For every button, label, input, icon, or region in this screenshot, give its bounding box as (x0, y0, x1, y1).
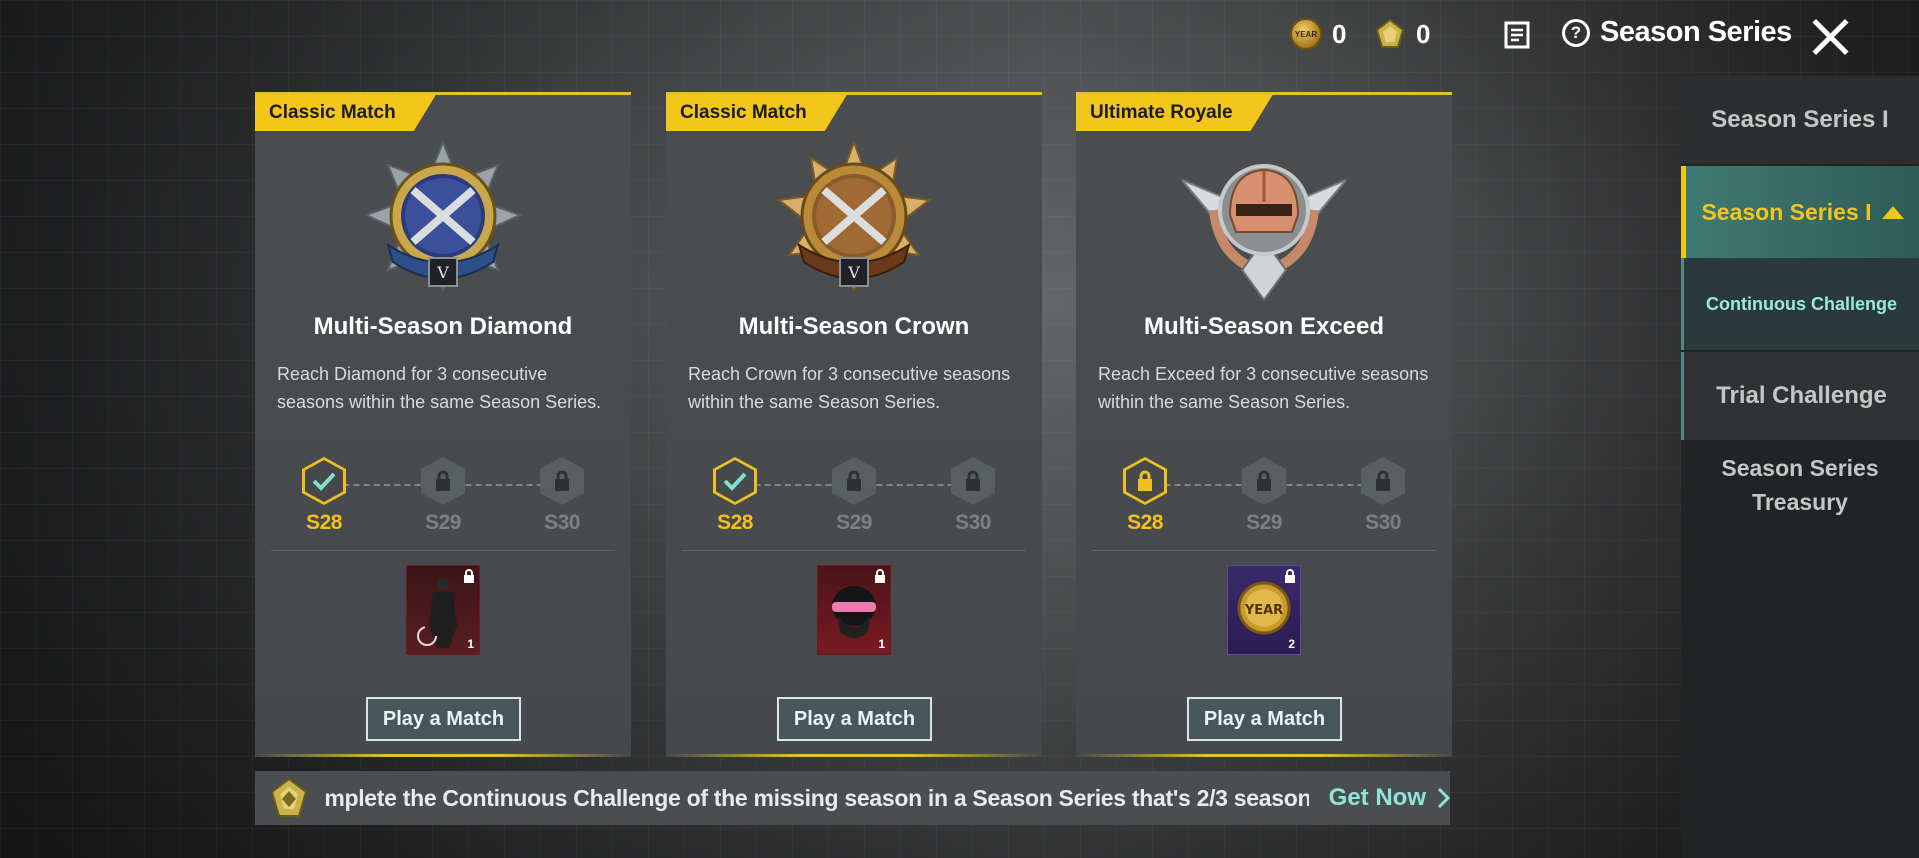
currency-gem-value: 0 (1416, 18, 1431, 49)
season-label: S29 (1246, 511, 1282, 534)
sidebar-item-label: Season Series Treasury (1721, 455, 1879, 515)
get-now-link[interactable]: Get Now (1329, 784, 1450, 812)
record-icon[interactable] (1502, 20, 1532, 50)
sidebar-item-label: Season Series I (1701, 198, 1872, 225)
reward-item[interactable]: 1 (406, 565, 480, 655)
card-description: Reach Diamond for 3 consecutive seasons … (277, 364, 602, 412)
sidebar-item-continuous-challenge[interactable]: Continuous Challenge (1681, 258, 1919, 350)
season-label: S29 (836, 511, 872, 534)
play-match-button[interactable]: Play a Match (1187, 697, 1342, 741)
sidebar-item-label: Trial Challenge (1716, 382, 1887, 409)
lock-icon (1257, 470, 1271, 491)
season-node: S30 (536, 457, 588, 535)
play-match-button[interactable]: Play a Match (366, 697, 521, 741)
season-node: S30 (1357, 457, 1409, 535)
page-title: Season Series (1600, 16, 1792, 48)
coin-text: YEAR (1244, 603, 1283, 618)
season-node: S30 (947, 457, 999, 535)
lock-icon (874, 569, 886, 588)
card-title: Multi-Season Exceed (1143, 313, 1385, 340)
card-description: Reach Exceed for 3 consecutive seasons w… (1098, 364, 1429, 412)
banner-text: mplete the Continuous Challenge of the m… (324, 784, 1309, 811)
lock-icon (1138, 470, 1152, 491)
sidebar-item-label: Season Series I (1711, 106, 1889, 133)
sidebar: Season Series I Season Series I Continuo… (1681, 76, 1919, 858)
chevron-right-icon (1437, 787, 1450, 809)
season-node: S28 (709, 457, 761, 535)
lock-icon (1376, 470, 1390, 491)
lock-icon (966, 470, 980, 491)
lock-icon (555, 470, 569, 491)
card-title: Multi-Season Diamond (313, 313, 573, 340)
season-progress: S28 S29 S30 (255, 457, 631, 537)
season-label: S30 (955, 511, 991, 534)
mode-tag: Classic Match (255, 95, 436, 131)
currency-year-value: 0 (1332, 18, 1347, 49)
play-match-button[interactable]: Play a Match (777, 697, 932, 741)
lock-icon (1284, 569, 1296, 588)
season-label: S28 (1127, 511, 1163, 534)
season-label: S28 (717, 511, 753, 534)
year-coin-icon: YEAR (1290, 18, 1322, 50)
season-progress: S28 S29 S30 (1076, 457, 1452, 537)
sidebar-item-trial-challenge[interactable]: Trial Challenge (1681, 352, 1919, 440)
reward-quantity: 2 (1288, 637, 1295, 651)
divider (1092, 550, 1436, 551)
get-now-label: Get Now (1328, 784, 1426, 811)
collapse-arrow-icon (1881, 205, 1904, 219)
info-banner: mplete the Continuous Challenge of the m… (255, 771, 1450, 825)
sidebar-item-label: Continuous Challenge (1706, 293, 1897, 314)
crown-badge-icon: V (666, 140, 1042, 300)
card-title: Multi-Season Crown (738, 313, 970, 340)
mode-tag: Classic Match (666, 95, 847, 131)
sidebar-item-season-series-active[interactable]: Season Series I (1681, 166, 1919, 258)
season-label: S28 (306, 511, 342, 534)
season-node: S28 (298, 457, 350, 535)
reward-item[interactable]: YEAR 2 (1227, 565, 1301, 655)
divider (271, 550, 615, 551)
reward-quantity: 1 (467, 637, 474, 651)
page-header: ? Season Series (1562, 16, 1792, 49)
challenge-card-exceed: Ultimate Royale Multi-Season Exceed Reac… (1076, 92, 1452, 757)
lock-icon (436, 470, 450, 491)
reward-quantity: 1 (878, 637, 885, 651)
currency-gem: 0 (1374, 18, 1430, 50)
sidebar-item-season-series-treasury[interactable]: Season Series Treasury (1681, 440, 1919, 530)
exceed-badge-icon (1076, 140, 1452, 300)
divider (682, 550, 1026, 551)
season-progress: S28 S29 S30 (666, 457, 1042, 537)
close-button[interactable] (1808, 14, 1852, 58)
badge-numeral: V (847, 263, 860, 282)
challenge-card-crown: Classic Match V Multi-Season Crown Reach… (666, 92, 1042, 757)
check-icon (723, 472, 747, 491)
challenge-card-diamond: Classic Match V Multi-Season Diamond Rea… (255, 92, 631, 757)
season-label: S29 (425, 511, 461, 534)
season-node: S29 (1238, 457, 1290, 535)
diamond-badge-icon: V (255, 140, 631, 300)
season-label: S30 (1365, 511, 1401, 534)
season-node: S29 (417, 457, 469, 535)
badge-numeral: V (436, 263, 449, 282)
card-description: Reach Crown for 3 consecutive seasons wi… (688, 364, 1011, 412)
mode-tag: Ultimate Royale (1076, 95, 1273, 131)
currency-year-coin: YEAR 0 (1290, 18, 1346, 50)
lock-icon (847, 470, 861, 491)
challenge-gem-icon (1374, 18, 1406, 50)
check-icon (312, 472, 336, 491)
lock-icon (463, 569, 475, 588)
help-icon[interactable]: ? (1562, 18, 1590, 47)
reward-item[interactable]: 1 (817, 565, 891, 655)
sidebar-item-season-series[interactable]: Season Series I (1681, 76, 1919, 164)
season-label: S30 (544, 511, 580, 534)
challenge-gem-icon (267, 776, 310, 820)
season-node: S28 (1119, 457, 1171, 535)
season-node: S29 (828, 457, 880, 535)
